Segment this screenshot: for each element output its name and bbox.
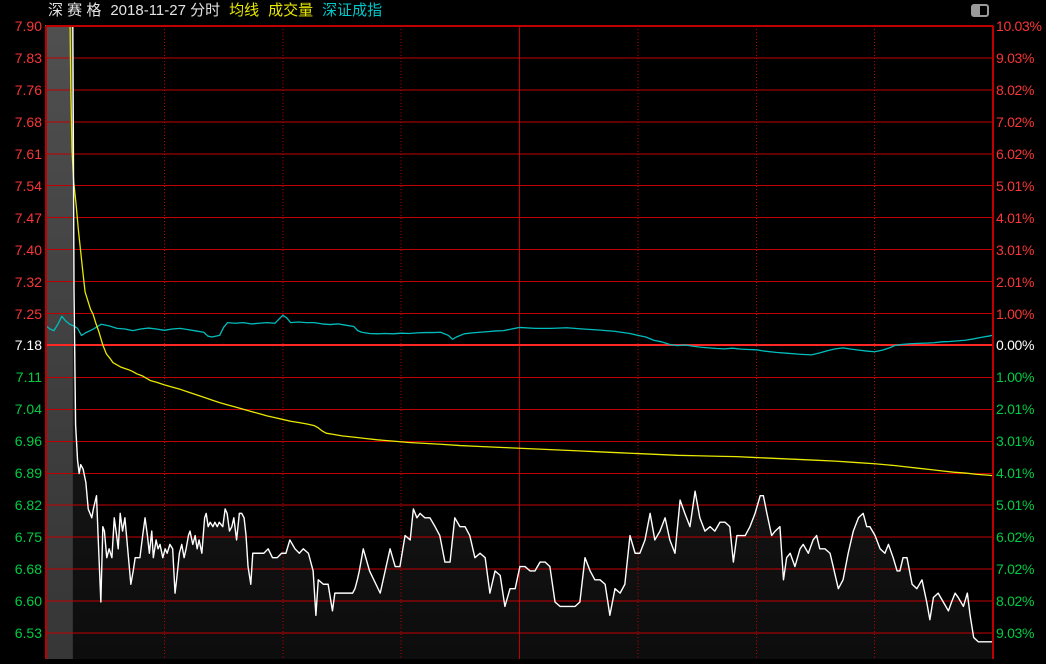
price-axis-label: 7.11	[0, 369, 42, 385]
price-axis-label: 7.47	[0, 210, 42, 226]
price-axis-label: 7.90	[0, 18, 42, 34]
price-axis-label: 7.40	[0, 242, 42, 258]
percent-axis-label: 3.01%	[996, 242, 1046, 258]
index-overlay-toggle[interactable]: 深证成指	[322, 0, 382, 20]
percent-axis-label: 4.01%	[996, 210, 1046, 226]
percent-axis-label: 5.01%	[996, 497, 1046, 513]
percent-axis-label: 8.02%	[996, 593, 1046, 609]
percent-axis-label: 1.00%	[996, 306, 1046, 322]
price-axis-label: 7.68	[0, 114, 42, 130]
price-axis-label: 7.83	[0, 50, 42, 66]
chart-date-label: 2018-11-27 分时	[110, 0, 220, 20]
percent-axis-label: 2.01%	[996, 274, 1046, 290]
price-axis-label: 7.61	[0, 146, 42, 162]
panel-toggle-icon[interactable]	[971, 4, 989, 17]
percent-axis-label: 2.01%	[996, 401, 1046, 417]
percent-axis-label: 9.03%	[996, 50, 1046, 66]
price-axis-label: 6.60	[0, 593, 42, 609]
price-axis-label: 6.53	[0, 625, 42, 641]
percent-axis-label: 5.01%	[996, 178, 1046, 194]
volume-toggle[interactable]: 成交量	[268, 0, 313, 20]
percent-axis-label: 4.01%	[996, 465, 1046, 481]
price-axis-label: 7.04	[0, 401, 42, 417]
price-axis-label: 6.96	[0, 433, 42, 449]
price-axis-label: 6.89	[0, 465, 42, 481]
percent-axis-label: 0.00%	[996, 337, 1046, 353]
percent-axis-label: 7.02%	[996, 561, 1046, 577]
percent-axis-label: 6.02%	[996, 146, 1046, 162]
intraday-chart-plot[interactable]	[0, 0, 1046, 659]
price-axis-label: 7.76	[0, 82, 42, 98]
price-axis-label: 7.25	[0, 306, 42, 322]
percent-axis-label: 9.03%	[996, 625, 1046, 641]
chart-header: 深 赛 格 2018-11-27 分时 均线 成交量 深证成指	[48, 0, 382, 18]
percent-axis-label: 7.02%	[996, 114, 1046, 130]
price-axis-label: 7.32	[0, 274, 42, 290]
price-axis-label: 7.54	[0, 178, 42, 194]
percent-axis-label: 6.02%	[996, 529, 1046, 545]
percent-axis-label: 3.01%	[996, 433, 1046, 449]
price-axis-label: 6.75	[0, 529, 42, 545]
price-axis-label: 6.82	[0, 497, 42, 513]
percent-axis-label: 1.00%	[996, 369, 1046, 385]
intraday-chart-window: 深 赛 格 2018-11-27 分时 均线 成交量 深证成指 7.90 7.83…	[0, 0, 1046, 659]
percent-axis-label: 8.02%	[996, 82, 1046, 98]
price-axis-label: 6.68	[0, 561, 42, 577]
price-axis-label: 7.18	[0, 337, 42, 353]
stock-name: 深 赛 格	[48, 0, 101, 20]
ma-line-toggle[interactable]: 均线	[229, 0, 259, 20]
percent-axis-label: 10.03%	[996, 18, 1046, 34]
